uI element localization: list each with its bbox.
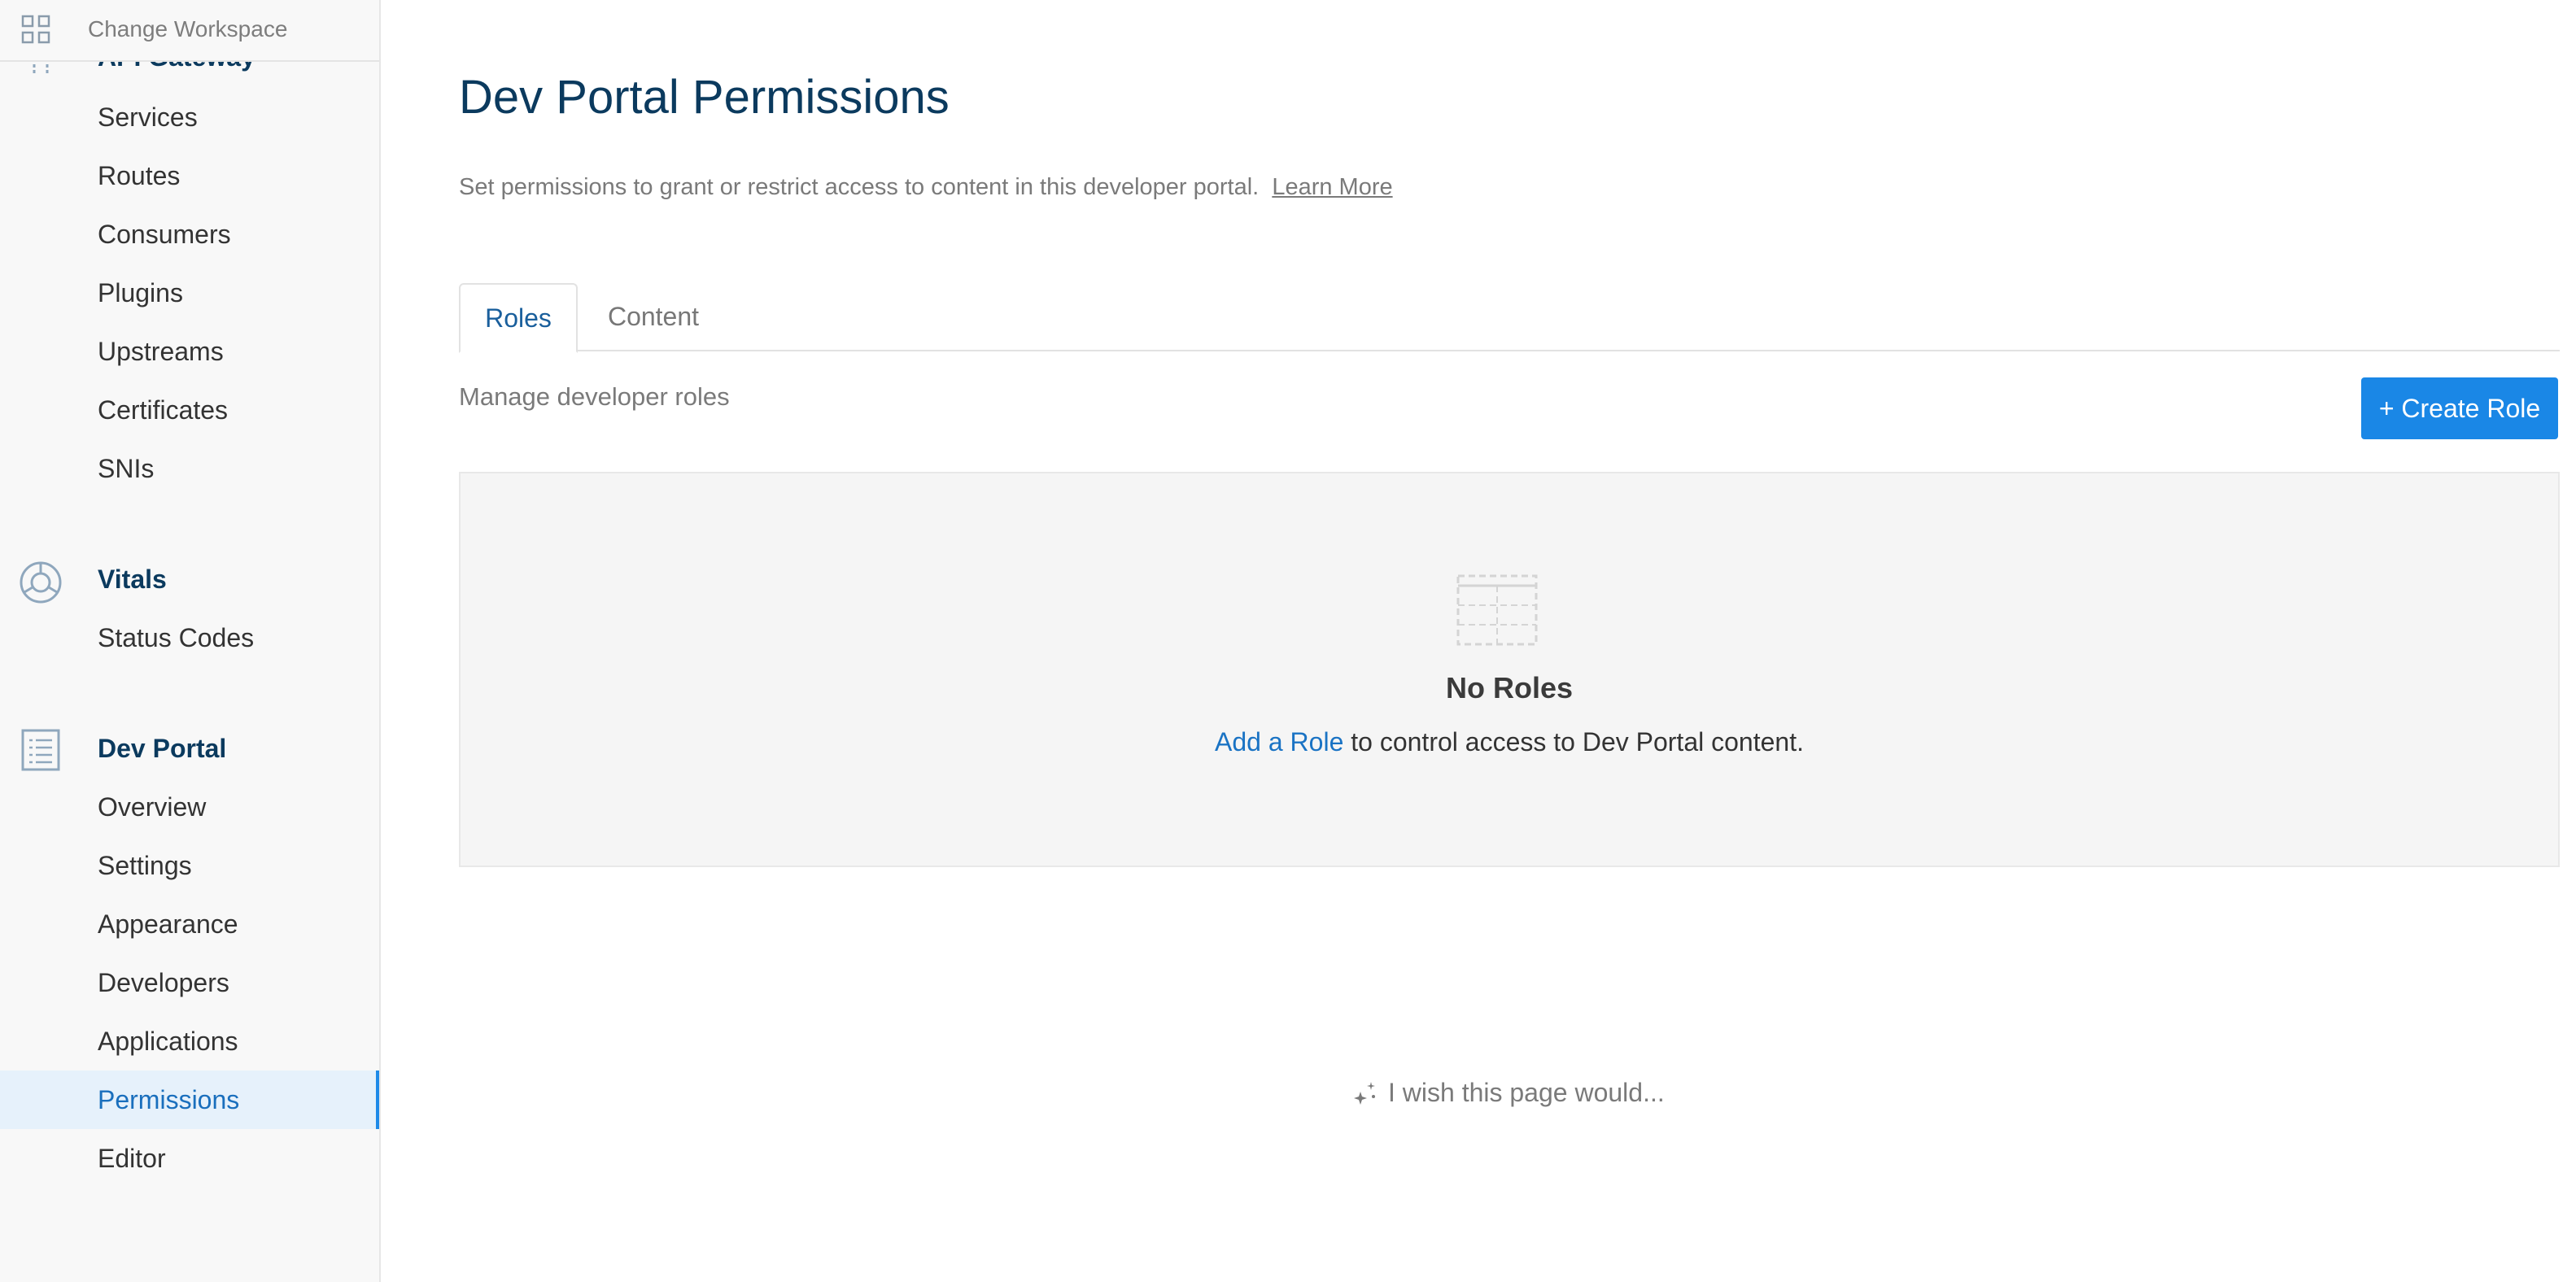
- section-title-dev-portal[interactable]: Dev Portal: [98, 732, 226, 765]
- vitals-icon: [20, 561, 62, 604]
- sidebar-item-snis[interactable]: SNIs: [0, 439, 379, 498]
- sidebar-item-settings[interactable]: Settings: [0, 836, 379, 895]
- grid-icon: [21, 15, 50, 44]
- subtitle-text: Set permissions to grant or restrict acc…: [459, 174, 1260, 200]
- document-icon: [21, 729, 60, 771]
- empty-table-icon: [1456, 574, 1538, 646]
- sidebar-item-permissions[interactable]: Permissions: [0, 1071, 379, 1129]
- change-workspace-bar[interactable]: Change Workspace: [0, 0, 379, 62]
- add-role-link[interactable]: Add a Role: [1215, 727, 1343, 757]
- page-title: Dev Portal Permissions: [459, 71, 950, 124]
- manage-roles-text: Manage developer roles: [459, 382, 730, 411]
- sidebar-item-plugins[interactable]: Plugins: [0, 264, 379, 322]
- sidebar-item-editor[interactable]: Editor: [0, 1129, 379, 1188]
- page-subtitle: Set permissions to grant or restrict acc…: [459, 171, 1393, 203]
- sidebar-item-routes[interactable]: Routes: [0, 146, 379, 205]
- app-root: Change Workspace API Gateway Services Ro…: [0, 0, 2576, 1282]
- learn-more-link[interactable]: Learn More: [1272, 174, 1392, 200]
- section-title-vitals[interactable]: Vitals: [98, 563, 167, 595]
- change-workspace-label: Change Workspace: [88, 16, 288, 41]
- sparkle-icon: [1354, 1082, 1375, 1105]
- empty-state-description-text: to control access to Dev Portal content.: [1343, 727, 1804, 757]
- sidebar-item-upstreams[interactable]: Upstreams: [0, 322, 379, 381]
- feedback-prompt[interactable]: I wish this page would...: [1351, 1072, 1665, 1113]
- sidebar-item-services[interactable]: Services: [0, 88, 379, 146]
- empty-state-description: Add a Role to control access to Dev Port…: [461, 726, 2558, 758]
- tab-content[interactable]: Content: [578, 283, 729, 351]
- feedback-text: I wish this page would...: [1388, 1078, 1665, 1107]
- sidebar-item-status-codes[interactable]: Status Codes: [0, 608, 379, 667]
- empty-state-title: No Roles: [1445, 671, 1574, 704]
- create-role-button[interactable]: + Create Role: [2361, 377, 2558, 439]
- sidebar-item-certificates[interactable]: Certificates: [0, 381, 379, 439]
- sidebar-item-appearance[interactable]: Appearance: [0, 895, 379, 953]
- sidebar-item-consumers[interactable]: Consumers: [0, 205, 379, 264]
- tab-roles[interactable]: Roles: [459, 283, 578, 353]
- sidebar-item-applications[interactable]: Applications: [0, 1012, 379, 1071]
- tab-bar: Roles Content: [459, 283, 2560, 353]
- sidebar: Change Workspace API Gateway Services Ro…: [0, 0, 381, 1282]
- sidebar-item-developers[interactable]: Developers: [0, 953, 379, 1012]
- main-content: Dev Portal Permissions Set permissions t…: [382, 0, 2576, 1282]
- sidebar-item-overview[interactable]: Overview: [0, 778, 379, 836]
- empty-state-panel: No Roles Add a Role to control access to…: [459, 472, 2560, 867]
